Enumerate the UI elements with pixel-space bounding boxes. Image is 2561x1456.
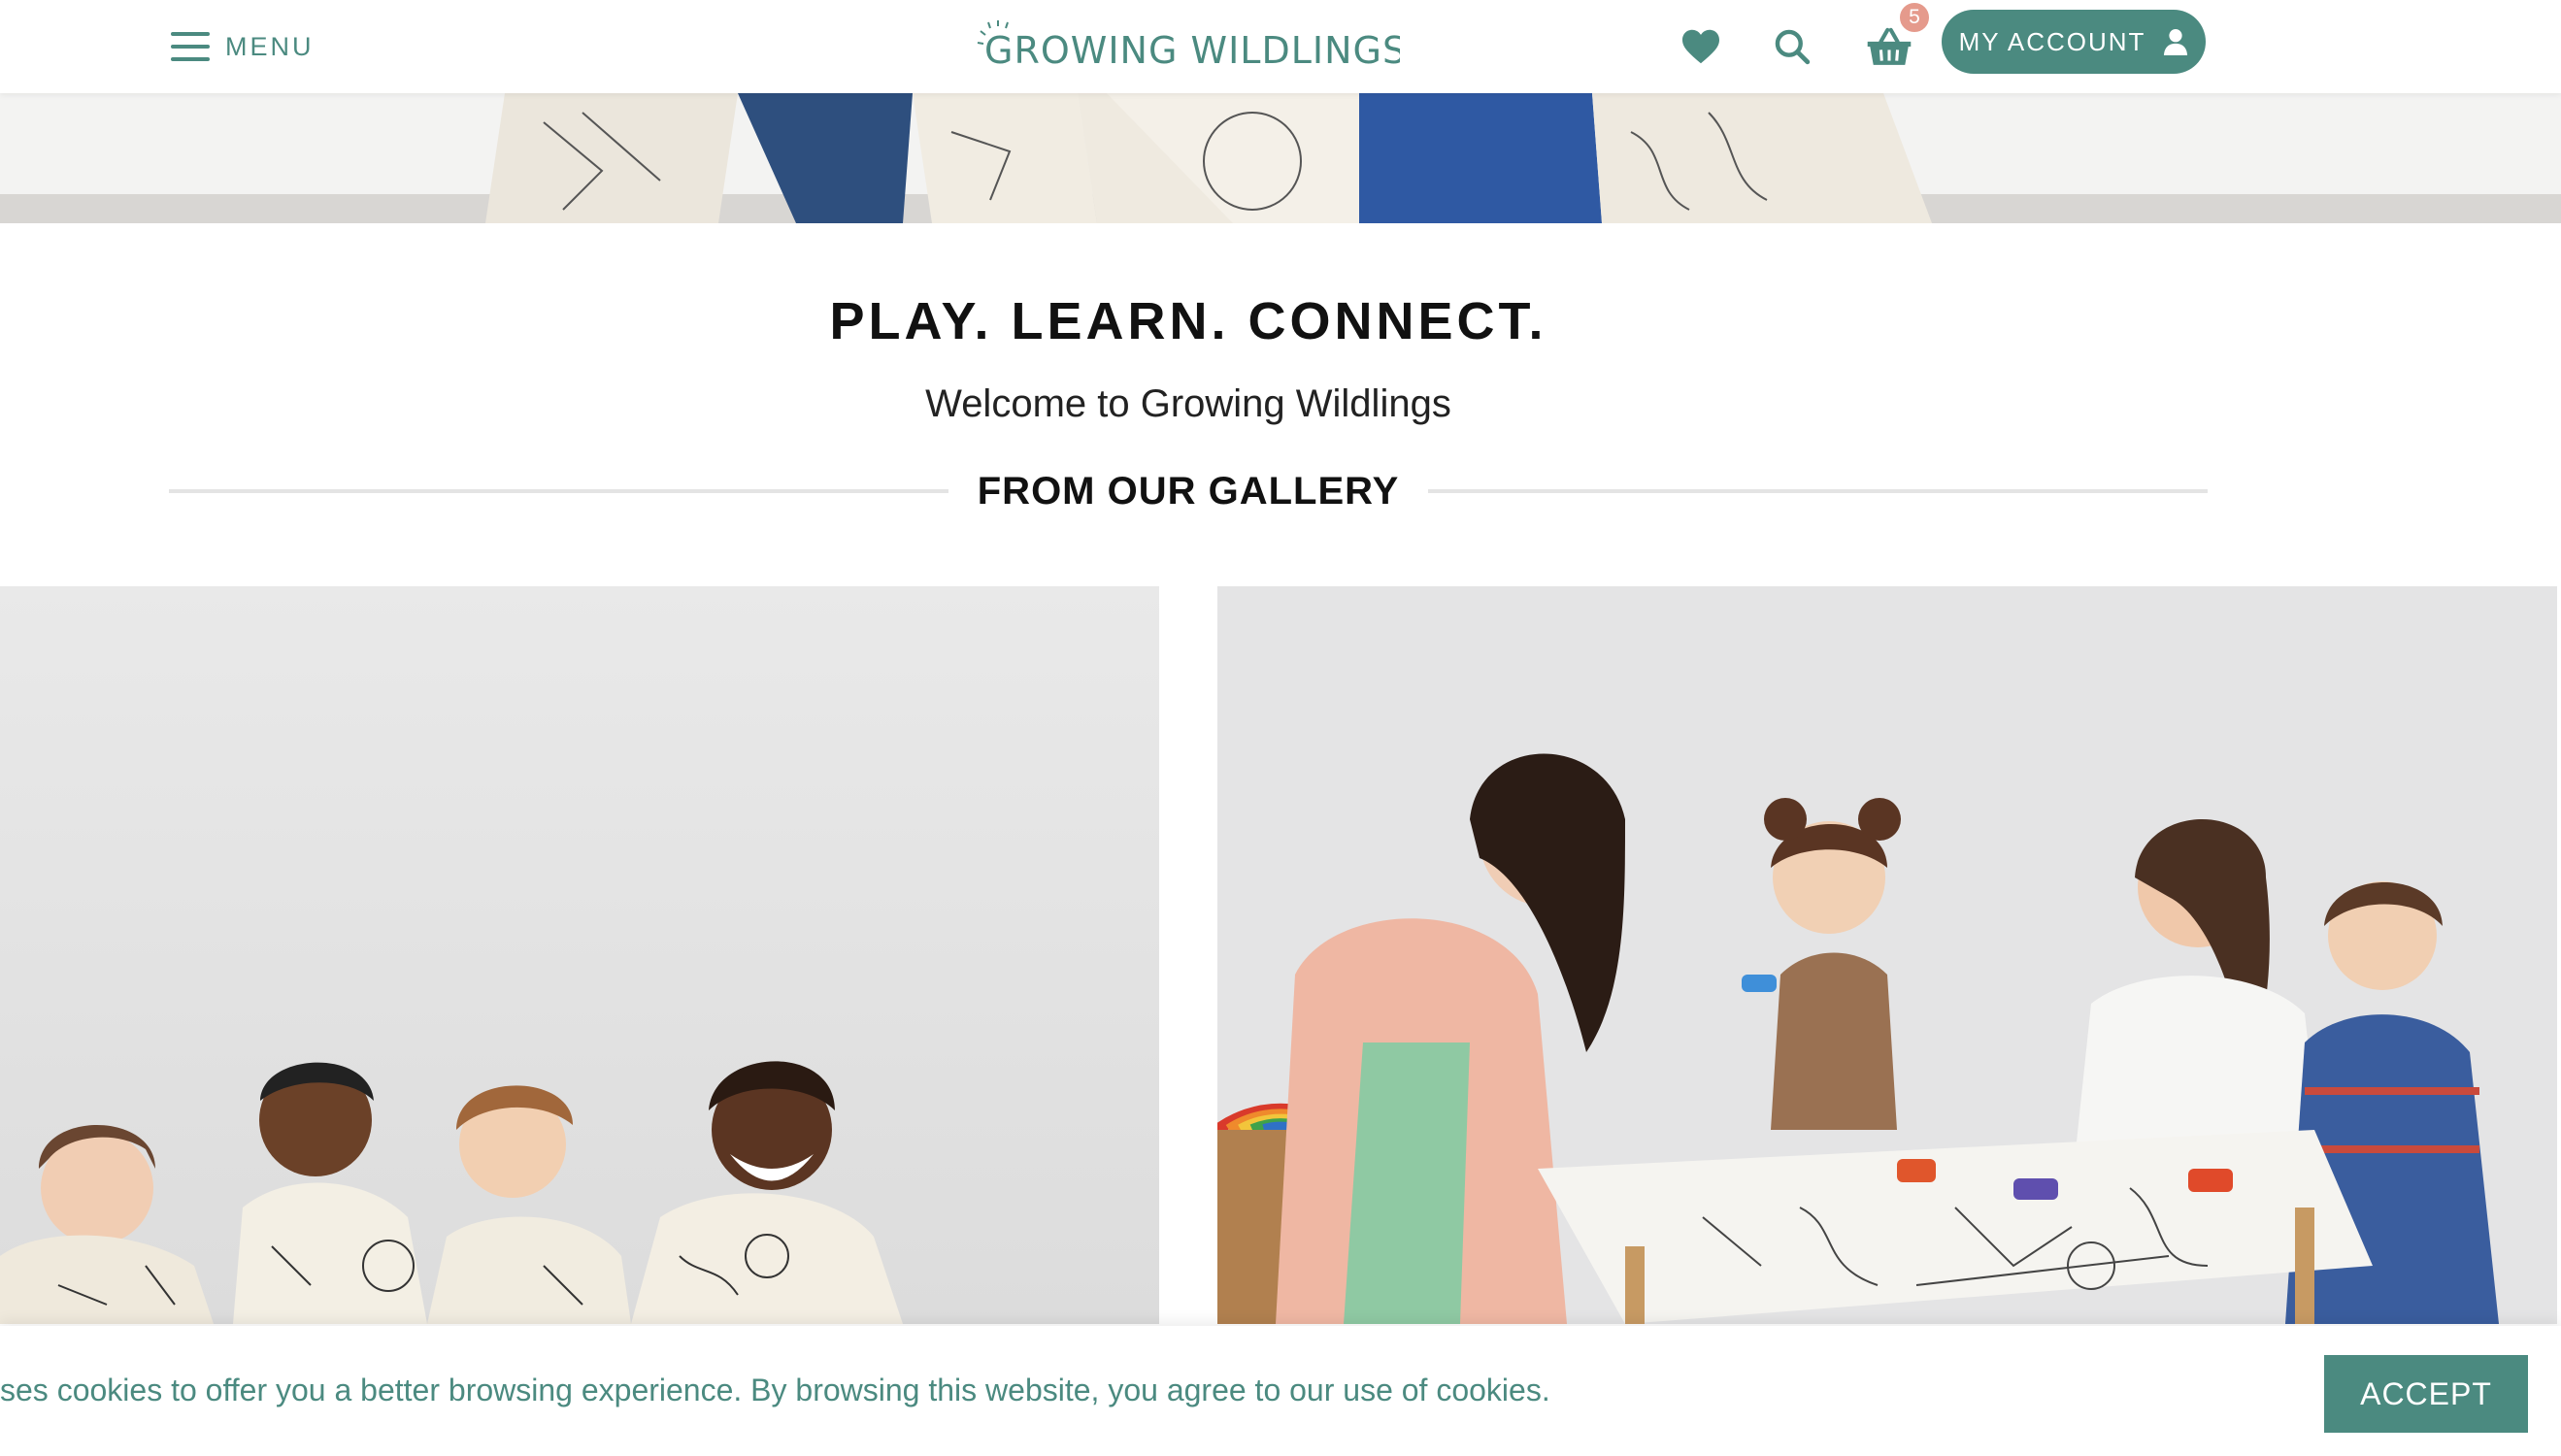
gallery-heading: FROM OUR GALLERY <box>169 462 2208 520</box>
divider-line <box>1428 489 2208 493</box>
user-icon <box>2163 28 2188 55</box>
gallery-photo-children[interactable] <box>0 586 1159 1324</box>
welcome-subtitle: Welcome to Growing Wildlings <box>925 382 1451 425</box>
hero-image <box>0 93 2561 223</box>
menu-icon <box>171 32 210 61</box>
page-headline: PLAY. LEARN. CONNECT. <box>829 292 1547 350</box>
site-logo[interactable]: GROWING WILDLINGS <box>977 17 1400 76</box>
search-icon <box>1775 29 1811 65</box>
gallery-photo-table[interactable] <box>1217 586 2557 1324</box>
heart-icon <box>1682 29 1719 64</box>
wishlist-button[interactable] <box>1674 19 1728 74</box>
svg-text:GROWING WILDLINGS: GROWING WILDLINGS <box>984 29 1400 72</box>
menu-button[interactable]: MENU <box>171 23 315 70</box>
my-account-label: MY ACCOUNT <box>1958 26 2146 56</box>
cart-count-badge: 5 <box>1897 0 1932 35</box>
search-button[interactable] <box>1765 19 1819 74</box>
cookie-consent-bar: ses cookies to offer you a better browsi… <box>0 1326 2561 1456</box>
gallery-title: FROM OUR GALLERY <box>977 469 1400 513</box>
accept-cookies-button[interactable]: ACCEPT <box>2324 1355 2528 1433</box>
divider-line <box>169 489 948 493</box>
my-account-button[interactable]: MY ACCOUNT <box>1942 10 2206 74</box>
menu-label: MENU <box>225 31 315 61</box>
cookie-message: ses cookies to offer you a better browsi… <box>0 1373 1550 1407</box>
site-header: MENU GROWING WILDLINGS 5 MY ACCOUNT <box>0 0 2561 93</box>
